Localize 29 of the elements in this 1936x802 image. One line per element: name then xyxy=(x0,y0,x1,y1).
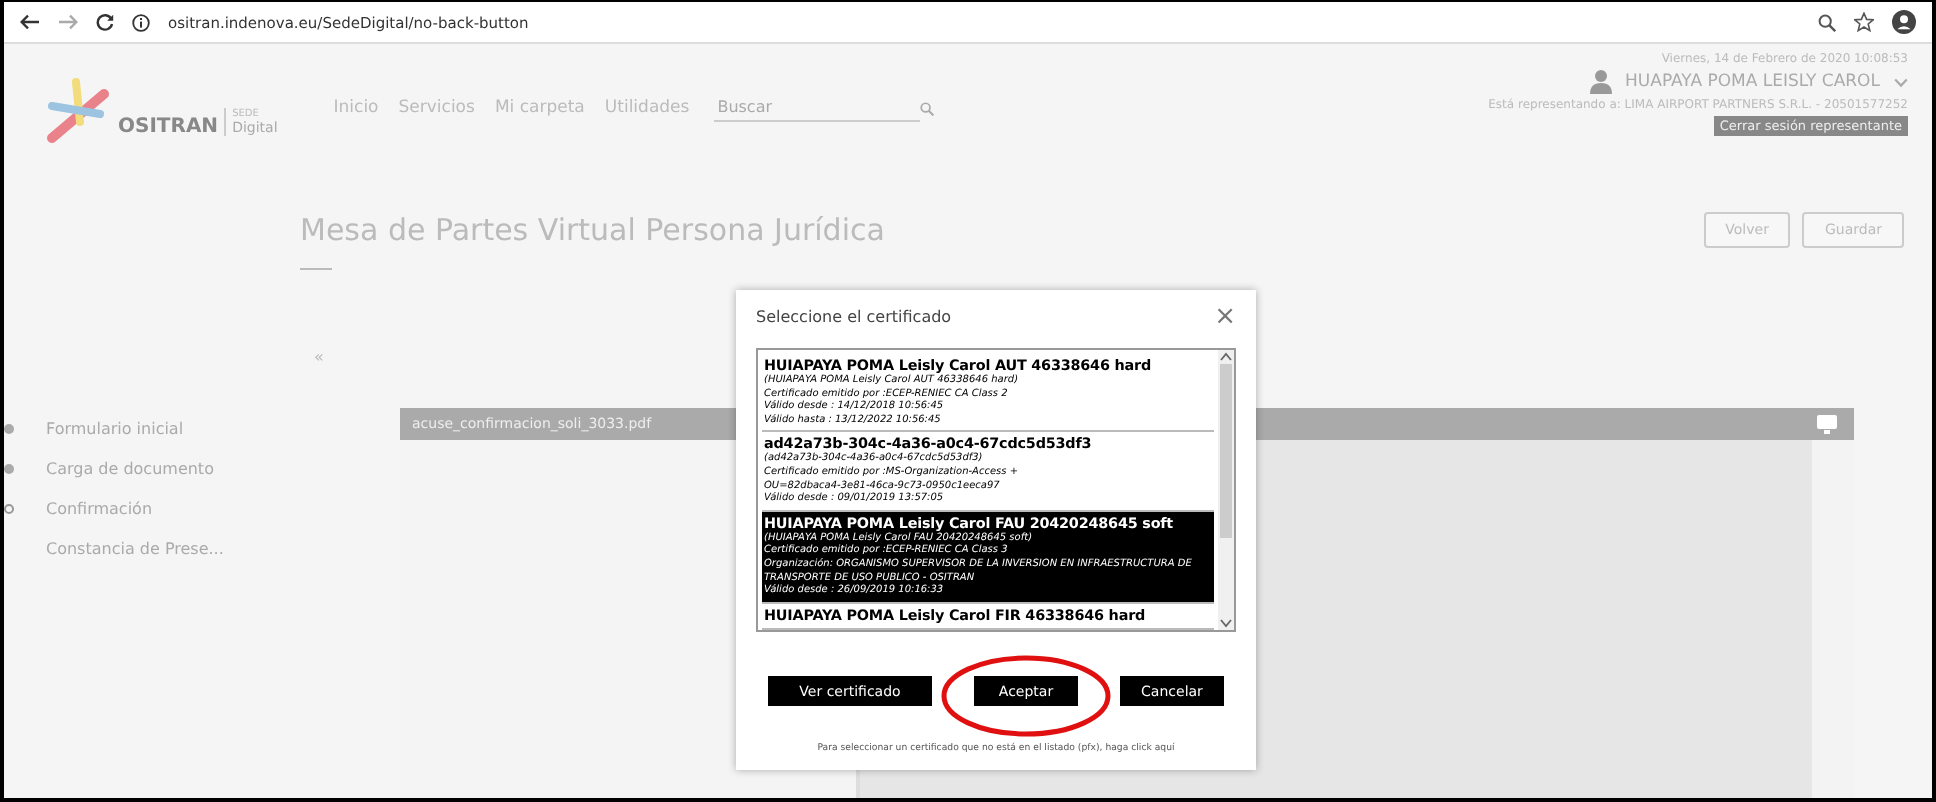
certificate-item[interactable] xyxy=(762,511,1214,604)
certificate-item[interactable] xyxy=(762,354,1214,433)
close-icon[interactable]: × xyxy=(1214,301,1236,331)
nav-link[interactable]: Utilidades xyxy=(604,98,690,118)
user-name[interactable]: HUAPAYA POMA LEISLY CAROL xyxy=(1625,72,1880,92)
account-icon[interactable] xyxy=(1892,10,1916,34)
star-icon[interactable] xyxy=(1854,12,1874,32)
step-label[interactable]: Carga de documento xyxy=(46,460,214,478)
user-icon xyxy=(1589,70,1612,94)
scroll-down-icon[interactable] xyxy=(1220,618,1232,628)
step-label[interactable]: Confirmación xyxy=(46,500,153,518)
reload-icon[interactable] xyxy=(96,13,114,31)
search-field[interactable]: Buscar xyxy=(713,94,920,122)
dialog-title: Seleccione el certificado xyxy=(756,307,952,325)
collapse-icon[interactable]: « xyxy=(314,348,324,366)
logo-mark-icon xyxy=(44,78,112,146)
step-label[interactable]: Constancia de Prese... xyxy=(46,540,224,558)
page-title: Mesa de Partes Virtual Persona Jurídica xyxy=(300,212,885,248)
scrollbar[interactable] xyxy=(1218,350,1234,630)
title-underline xyxy=(300,268,332,270)
search-icon[interactable] xyxy=(1818,13,1836,31)
nav-link[interactable]: Inicio xyxy=(333,98,379,118)
nav-link[interactable]: Mi carpeta xyxy=(494,98,585,118)
info-icon xyxy=(132,13,150,31)
logo-brand: OSITRAN xyxy=(118,115,219,137)
back-icon[interactable] xyxy=(20,14,40,30)
nav-link[interactable]: Servicios xyxy=(398,98,475,118)
scroll-up-icon[interactable] xyxy=(1220,352,1232,362)
step-label[interactable]: Formulario inicial xyxy=(46,420,184,438)
